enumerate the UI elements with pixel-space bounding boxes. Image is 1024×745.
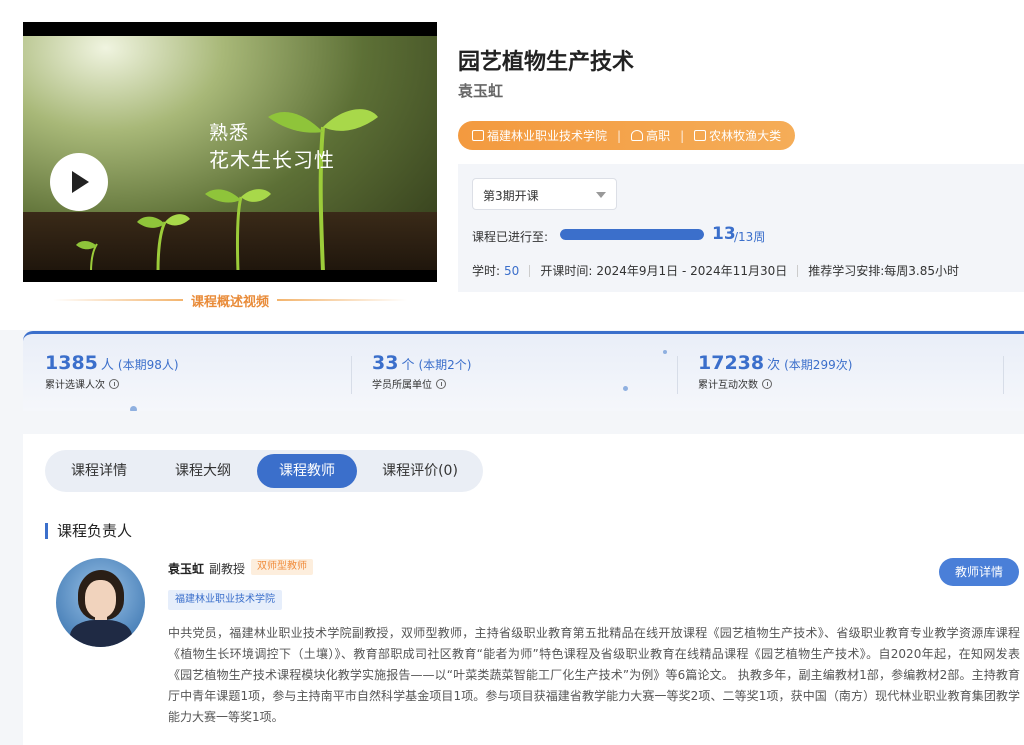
stat-enrollment-number: 1385: [45, 352, 98, 374]
course-title: 园艺植物生产技术: [458, 50, 635, 75]
course-info-panel: 第3期开课 课程已进行至: 13 /13周 学时: 50 开课时间: 2024年…: [458, 164, 1024, 292]
stat-interactions: 17238 次 (本期299次) 累计互动次数: [698, 352, 852, 391]
avatar[interactable]: [56, 558, 145, 647]
stat-interactions-number: 17238: [698, 352, 765, 374]
course-tabs: 课程详情 课程大纲 课程教师 课程评价(0): [45, 450, 483, 492]
play-button[interactable]: [50, 153, 108, 211]
stat-units-number: 33: [372, 352, 399, 374]
section-title: 课程负责人: [45, 523, 132, 539]
progress-label: 课程已进行至:: [472, 230, 549, 244]
tab-details[interactable]: 课程详情: [49, 454, 149, 488]
stat-enrollment-period: (本期98人): [117, 358, 179, 372]
hours-value: 50: [504, 263, 520, 278]
school-icon: [472, 130, 484, 141]
video-caption-line2: 花木生长习性: [209, 148, 335, 172]
stat-enrollment: 1385 人 (本期98人) 累计选课人次: [45, 352, 179, 391]
school-tag-label: 福建林业职业技术学院: [487, 129, 608, 143]
level-tag-label: 高职: [646, 129, 671, 143]
decor-dot: [623, 386, 628, 391]
term-select[interactable]: 第3期开课: [472, 178, 617, 210]
hours-label: 学时:: [472, 264, 501, 278]
tab-teachers[interactable]: 课程教师: [257, 454, 357, 488]
stat-enrollment-unit: 人: [100, 358, 114, 373]
progress-total-weeks: /13周: [734, 230, 766, 244]
instructor-name: 袁玉虹: [168, 562, 205, 576]
progress-current-week: 13: [712, 224, 736, 244]
course-video[interactable]: 熟悉 花木生长习性: [23, 22, 437, 282]
tag-separator: |: [680, 128, 685, 143]
course-tags: 福建林业职业技术学院 | 高职 | 农林牧渔大类: [458, 121, 796, 150]
course-teacher: 袁玉虹: [458, 82, 504, 100]
info-icon[interactable]: [436, 378, 446, 389]
period-label: 开课时间:: [540, 264, 593, 278]
stat-units-unit: 个: [401, 358, 415, 373]
avatar-body: [70, 620, 132, 647]
tag-separator: |: [617, 128, 622, 143]
instructor-detail-button[interactable]: 教师详情: [939, 558, 1019, 586]
stat-interactions-label: 累计互动次数: [698, 380, 758, 391]
progress-bar: [560, 229, 704, 240]
video-letterbox-bottom: [23, 270, 437, 282]
video-label-area: 课程概述视频: [23, 288, 437, 312]
stat-divider: [677, 356, 678, 394]
video-caption-line1: 熟悉: [209, 122, 250, 144]
meta-divider: [797, 264, 799, 277]
play-icon: [72, 171, 89, 193]
course-meta-row: 学时: 50 开课时间: 2024年9月1日 - 2024年11月30日 推荐学…: [472, 262, 959, 279]
period-value: 2024年9月1日 - 2024年11月30日: [596, 264, 788, 278]
decor-dot: [663, 350, 667, 354]
video-letterbox-top: [23, 22, 437, 36]
course-content-card: 课程详情 课程大纲 课程教师 课程评价(0) 课程负责人 袁玉虹 副教授 双师型…: [23, 434, 1024, 745]
tab-reviews[interactable]: 课程评价(0): [361, 454, 479, 488]
book-icon: [694, 130, 707, 141]
info-icon[interactable]: [109, 378, 119, 389]
stat-interactions-period: (本期299次): [784, 358, 853, 372]
stat-units-period: (本期2个): [418, 358, 472, 372]
stats-bar: 1385 人 (本期98人) 累计选课人次 33 个 (本期2个) 学员所属单位 172…: [23, 331, 1024, 411]
progress-bar-fill: [560, 229, 704, 240]
info-icon[interactable]: [762, 378, 772, 389]
stat-divider: [1003, 356, 1004, 394]
school-tag: 福建林业职业技术学院: [472, 127, 607, 144]
instructor-title: 副教授: [209, 562, 246, 576]
caret-down-icon: [596, 192, 606, 198]
tab-syllabus[interactable]: 课程大纲: [153, 454, 253, 488]
level-tag: 高职: [631, 127, 670, 144]
meta-divider: [529, 264, 531, 277]
label-divider-right: [277, 299, 407, 301]
stat-units: 33 个 (本期2个) 学员所属单位: [372, 352, 471, 391]
category-tag-label: 农林牧渔大类: [709, 129, 782, 143]
instructor-bio: 中共党员，福建林业职业技术学院副教授，双师型教师，主持省级职业教育第五批精品在线…: [168, 626, 1020, 724]
category-tag: 农林牧渔大类: [694, 127, 781, 144]
decor-dot: [130, 406, 137, 411]
stat-units-label: 学员所属单位: [372, 380, 432, 391]
avatar-face: [85, 580, 116, 618]
schedule: 推荐学习安排:每周3.85小时: [808, 264, 959, 278]
course-header: 熟悉 花木生长习性 课程概述视频 园艺植物生产技术 袁玉虹 福建林业职业技术学院…: [0, 0, 1024, 330]
stat-divider: [351, 356, 352, 394]
instructor-badge: 双师型教师: [251, 559, 313, 575]
term-select-value: 第3期开课: [483, 189, 539, 203]
instructor-school: 福建林业职业技术学院: [168, 590, 282, 610]
stat-enrollment-label: 累计选课人次: [45, 380, 105, 391]
stat-interactions-unit: 次: [767, 358, 781, 373]
layers-icon: [631, 130, 644, 141]
